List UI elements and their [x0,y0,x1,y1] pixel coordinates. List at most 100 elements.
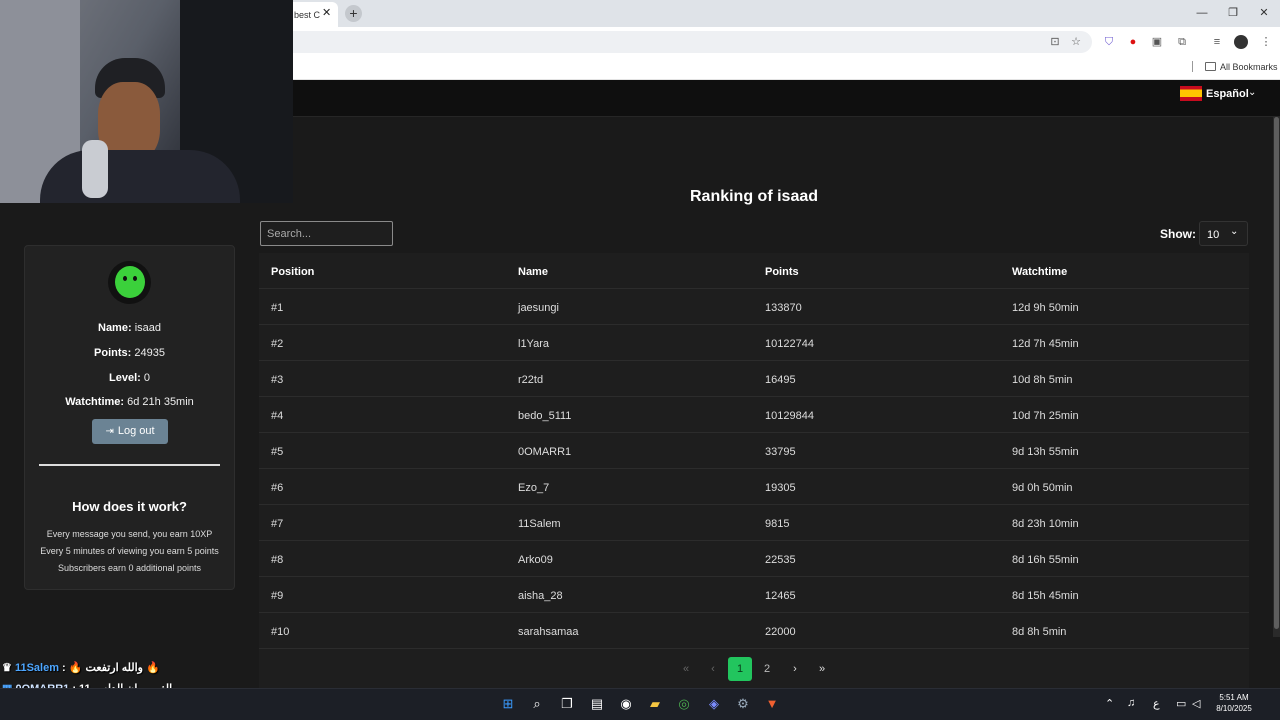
watchtime-value: 6d 21h 35min [127,396,194,408]
page-2-button[interactable]: 2 [755,657,779,681]
table-row: #7 11Salem 9815 8d 23h 10min [259,505,1249,541]
cell-position: #8 [271,554,284,566]
cell-watchtime: 9d 0h 50min [1012,482,1073,494]
extension-opera-icon[interactable]: ● [1126,35,1140,49]
taskbar-clock[interactable]: 5:51 AM 8/10/2025 [1214,692,1254,714]
how-line: Every 5 minutes of viewing you earn 5 po… [40,546,219,556]
cell-position: #4 [271,410,284,422]
cell-watchtime: 8d 16h 55min [1012,554,1079,566]
reading-list-icon[interactable]: ≡ [1210,35,1224,49]
how-line: Subscribers earn 0 additional points [57,563,202,573]
cell-name: 11Salem [518,518,561,530]
volume-icon[interactable]: ◁ [1192,697,1200,710]
tab-close-icon[interactable]: ✕ [322,6,331,19]
chevron-down-icon[interactable]: ⌄ [1230,226,1238,237]
cell-position: #3 [271,374,284,386]
bookmark-star-icon[interactable]: ☆ [1069,35,1083,49]
windows-start-icon[interactable]: ⊞ [498,694,518,714]
network-icon[interactable]: ▭ [1176,697,1186,710]
avatar-eye [123,276,127,281]
close-window-button[interactable]: ✕ [1249,2,1279,24]
page-1-button[interactable]: 1 [728,657,752,681]
cell-points: 12465 [765,590,796,602]
new-tab-button[interactable]: + [345,5,362,22]
clock-date: 8/10/2025 [1216,704,1252,713]
show-count-select[interactable]: 10 [1199,221,1248,246]
obs-icon[interactable]: ◉ [616,694,636,714]
header-points[interactable]: Points [765,266,799,278]
watchtime-label: Watchtime: [65,396,125,408]
cell-points: 16495 [765,374,796,386]
prev-page-button[interactable]: ‹ [701,657,725,681]
cell-watchtime: 8d 8h 5min [1012,626,1067,638]
points-label: Points: [94,347,132,359]
discord-icon[interactable]: ◈ [704,694,724,714]
table-row: #10 sarahsamaa 22000 8d 8h 5min [259,613,1249,649]
cell-name: bedo_5111 [518,410,572,422]
all-bookmarks-link[interactable]: All Bookmarks [1220,62,1278,72]
header-position[interactable]: Position [271,266,314,278]
header-name[interactable]: Name [518,266,548,278]
task-view-icon[interactable]: ❐ [557,694,577,714]
cell-points: 10129844 [765,410,814,422]
show-label: Show: [1160,227,1196,241]
file-explorer-icon[interactable]: ▰ [645,694,665,714]
cell-points: 19305 [765,482,796,494]
first-page-button[interactable]: « [674,657,698,681]
language-selector[interactable]: Español [1206,88,1249,100]
minimize-button[interactable]: — [1187,2,1217,24]
cell-name: Arko09 [518,554,553,566]
microphone-tray-icon[interactable]: ♫ [1127,697,1135,709]
avatar-face-icon [115,266,145,298]
chevron-down-icon[interactable]: ⌄ [1248,87,1256,98]
table-row: #3 r22td 16495 10d 8h 5min [259,361,1249,397]
logout-button[interactable]: ⇥ Log out [92,419,168,444]
chat-separator: : [58,662,69,674]
cell-watchtime: 8d 15h 45min [1012,590,1079,602]
browser-tab-title: best C [294,10,321,20]
profile-points: Points: 24935 [24,347,235,359]
folder-icon [1205,62,1216,71]
table-row: #4 bedo_5111 10129844 10d 7h 25min [259,397,1249,433]
cell-points: 133870 [765,302,802,314]
profile-name: Name: isaad [24,322,235,334]
extension-shield-icon[interactable]: ⛉ [1102,35,1116,49]
last-page-button[interactable]: » [810,657,834,681]
maximize-button[interactable]: ❐ [1218,2,1248,24]
cell-position: #5 [271,446,284,458]
extensions-puzzle-icon[interactable]: ⧉ [1175,35,1189,49]
chrome-icon[interactable]: ◎ [674,694,694,714]
table-row: #6 Ezo_7 19305 9d 0h 50min [259,469,1249,505]
widgets-icon[interactable]: ▤ [587,694,607,714]
search-icon[interactable]: ⌕ [527,694,547,714]
cell-position: #6 [271,482,284,494]
header-watchtime[interactable]: Watchtime [1012,266,1067,278]
card-divider [39,464,220,466]
cell-name: r22td [518,374,544,386]
cell-watchtime: 9d 13h 55min [1012,446,1079,458]
chevron-up-icon[interactable]: ⌃ [1105,697,1114,710]
scrollbar-thumb[interactable] [1274,117,1279,629]
cell-points: 22535 [765,554,796,566]
browser-menu-icon[interactable]: ⋮ [1259,35,1273,49]
taskbar [0,688,1280,720]
next-page-button[interactable]: › [783,657,807,681]
profile-watchtime: Watchtime: 6d 21h 35min [24,396,235,408]
cell-position: #10 [271,626,290,638]
avatar-eye [133,276,137,281]
level-label: Level: [109,372,141,384]
chat-username: 11Salem [14,662,59,674]
table-row: #5 0OMARR1 33795 9d 13h 55min [259,433,1249,469]
steam-icon[interactable]: ⚙ [733,694,753,714]
ime-indicator[interactable]: ع [1153,697,1160,710]
search-input[interactable] [260,221,393,246]
spain-flag-icon [1180,86,1202,101]
translate-icon[interactable]: ⊡ [1048,35,1062,49]
clock-time: 5:51 AM [1219,693,1249,702]
name-value: isaad [134,322,161,334]
extension-screen-icon[interactable]: ▣ [1150,35,1164,49]
profile-avatar-icon[interactable] [1234,35,1248,49]
name-label: Name: [98,322,132,334]
chat-text: 🔥 والله ارتفعت 🔥 [68,662,160,674]
brave-icon[interactable]: ▼ [762,694,782,714]
